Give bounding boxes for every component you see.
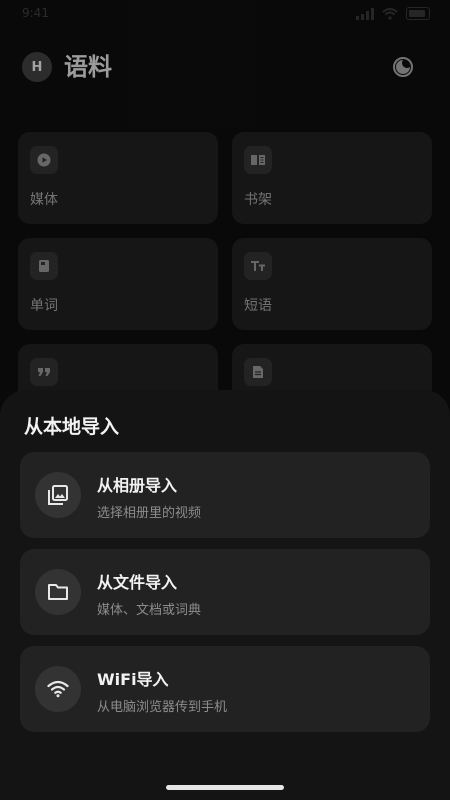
option-subtitle: 选择相册里的视频 <box>97 506 202 521</box>
wifi-import-button[interactable]: WiFi导入 从电脑浏览器传到手机 <box>20 646 430 732</box>
photo-library-icon <box>48 485 68 505</box>
option-subtitle: 媒体、文档或词典 <box>97 603 202 618</box>
import-from-album-button[interactable]: 从相册导入 选择相册里的视频 <box>20 452 430 538</box>
option-title: 从文件导入 <box>97 573 178 592</box>
home-indicator[interactable] <box>166 785 284 790</box>
option-title: 从相册导入 <box>97 476 178 495</box>
option-title: WiFi导入 <box>97 670 169 689</box>
folder-icon <box>48 584 68 600</box>
sheet-title: 从本地导入 <box>24 416 120 438</box>
import-bottom-sheet: 从本地导入 从相册导入 选择相册里的视频 从文件导入 媒体、文档或词典 WiFi… <box>0 390 450 800</box>
option-subtitle: 从电脑浏览器传到手机 <box>97 700 228 715</box>
wifi-icon <box>47 680 69 698</box>
import-from-file-button[interactable]: 从文件导入 媒体、文档或词典 <box>20 549 430 635</box>
